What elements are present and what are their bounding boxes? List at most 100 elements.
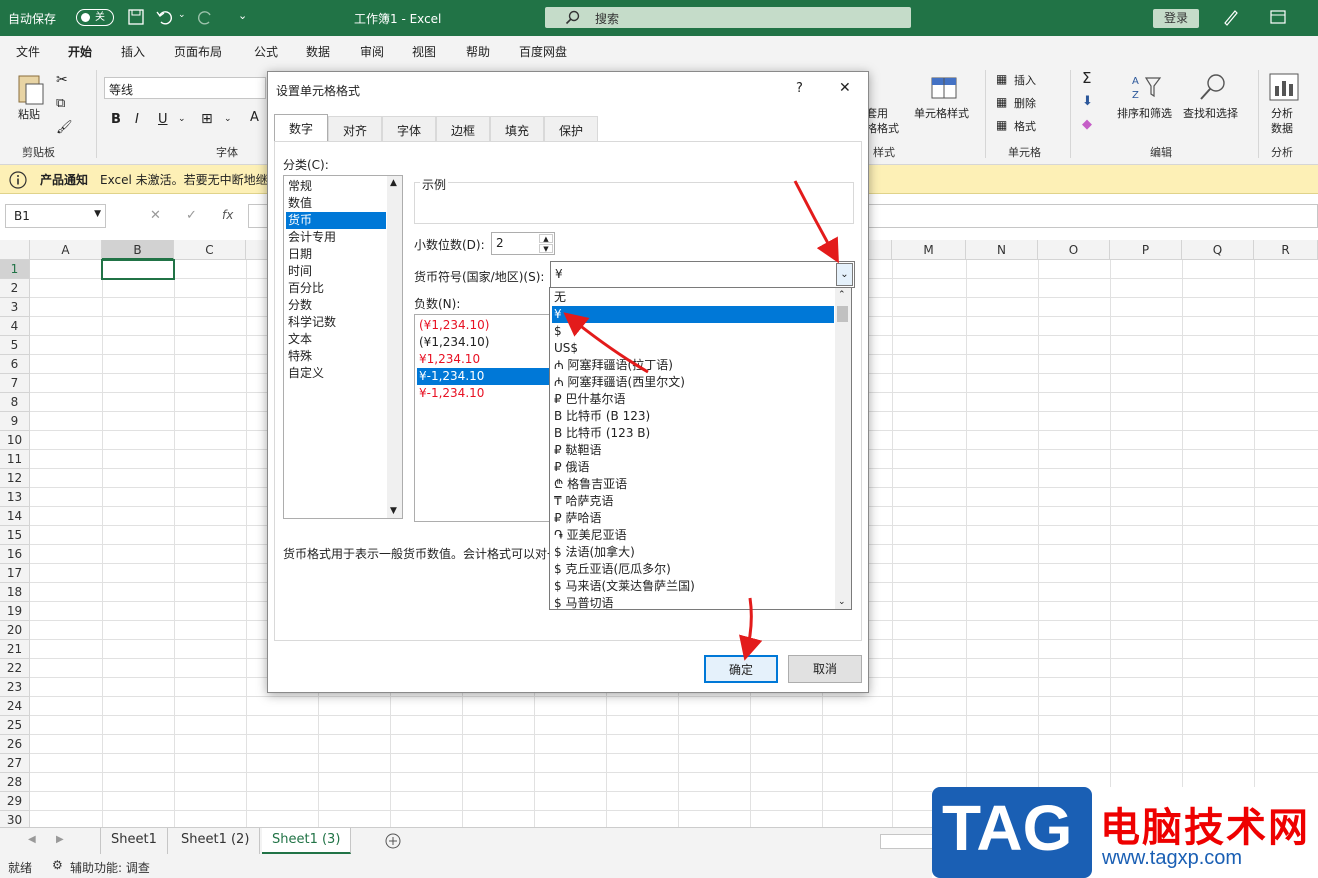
dropdown-scrollbar[interactable]: ⌃ ⌄: [835, 288, 851, 609]
cut-icon[interactable]: ✂: [56, 72, 68, 88]
underline-dropdown-icon[interactable]: ⌄: [178, 114, 186, 124]
tab-page-layout[interactable]: 页面布局: [174, 43, 222, 60]
row-header[interactable]: 6: [0, 355, 30, 374]
currency-option[interactable]: ₽ 鞑靼语: [552, 442, 834, 459]
analyze-data-icon[interactable]: [1268, 72, 1300, 102]
tab-review[interactable]: 审阅: [360, 43, 384, 60]
ribbon-display-icon[interactable]: [1270, 10, 1286, 24]
tab-alignment[interactable]: 对齐: [328, 116, 382, 142]
row-header[interactable]: 20: [0, 621, 30, 640]
cancel-button[interactable]: 取消: [788, 655, 862, 683]
currency-option[interactable]: ₽ 萨哈语: [552, 510, 834, 527]
row-header[interactable]: 4: [0, 317, 30, 336]
column-header-q[interactable]: Q: [1182, 240, 1254, 260]
login-button[interactable]: 登录: [1153, 9, 1199, 28]
row-header[interactable]: 13: [0, 488, 30, 507]
insert-function-icon[interactable]: fx: [222, 208, 233, 222]
italic-button[interactable]: I: [135, 112, 139, 127]
format-cells-button[interactable]: 格式: [1014, 118, 1036, 134]
category-item[interactable]: 特殊: [286, 348, 386, 365]
tab-view[interactable]: 视图: [412, 43, 436, 60]
cancel-entry-icon[interactable]: ✕: [150, 208, 161, 223]
currency-option[interactable]: ₸ 哈萨克语: [552, 493, 834, 510]
sort-filter-button[interactable]: 排序和筛选: [1117, 105, 1172, 121]
sort-filter-icon[interactable]: AZ: [1130, 72, 1162, 102]
category-scrollbar[interactable]: ▲ ▼: [387, 176, 402, 518]
category-list[interactable]: 常规 数值 货币 会计专用 日期 时间 百分比 分数 科学记数 文本 特殊 自定义 ▲ ▼: [283, 175, 403, 519]
row-header[interactable]: 25: [0, 716, 30, 735]
underline-button[interactable]: U: [158, 112, 168, 127]
tab-baidu-netdisk[interactable]: 百度网盘: [519, 43, 567, 60]
undo-dropdown-icon[interactable]: ⌄: [178, 10, 186, 20]
currency-option[interactable]: ֏ 亚美尼亚语: [552, 527, 834, 544]
find-select-icon[interactable]: [1198, 72, 1228, 102]
currency-option[interactable]: US$: [552, 340, 834, 357]
spin-up-icon[interactable]: ▲: [539, 234, 553, 243]
name-box-dropdown-icon[interactable]: ▼: [94, 209, 101, 219]
delete-cells-button[interactable]: 删除: [1014, 95, 1036, 111]
row-header[interactable]: 26: [0, 735, 30, 754]
category-item[interactable]: 数值: [286, 195, 386, 212]
tab-font[interactable]: 字体: [382, 116, 436, 142]
scroll-right-icon[interactable]: ▶: [56, 834, 64, 845]
column-header-b[interactable]: B: [102, 240, 174, 260]
tab-number[interactable]: 数字: [274, 114, 328, 143]
find-select-button[interactable]: 查找和选择: [1183, 105, 1238, 121]
row-header[interactable]: 7: [0, 374, 30, 393]
row-header[interactable]: 11: [0, 450, 30, 469]
currency-option[interactable]: ₽ 俄语: [552, 459, 834, 476]
decimal-places-spinner[interactable]: 2 ▲ ▼: [491, 232, 555, 255]
sheet-tab-3[interactable]: Sheet1 (3): [262, 828, 352, 854]
category-item[interactable]: 百分比: [286, 280, 386, 297]
tab-data[interactable]: 数据: [306, 43, 330, 60]
format-cells-icon[interactable]: ▦: [996, 118, 1007, 132]
column-header-p[interactable]: P: [1110, 240, 1182, 260]
autosave-toggle[interactable]: 关: [76, 9, 114, 26]
analyze-data-button-2[interactable]: 数据: [1271, 120, 1293, 136]
undo-icon[interactable]: [156, 9, 174, 25]
row-header[interactable]: 24: [0, 697, 30, 716]
tab-help[interactable]: 帮助: [466, 43, 490, 60]
tab-fill[interactable]: 填充: [490, 116, 544, 142]
bold-button[interactable]: B: [111, 112, 121, 127]
font-name-select[interactable]: 等线: [104, 77, 266, 99]
row-header[interactable]: 17: [0, 564, 30, 583]
category-item[interactable]: 会计专用: [286, 229, 386, 246]
category-item[interactable]: 自定义: [286, 365, 386, 382]
currency-option[interactable]: $: [552, 323, 834, 340]
currency-option[interactable]: ₼ 阿塞拜疆语(拉丁语): [552, 357, 834, 374]
currency-option[interactable]: $ 法语(加拿大): [552, 544, 834, 561]
sheet-tab-1[interactable]: Sheet1: [100, 828, 168, 854]
row-header[interactable]: 16: [0, 545, 30, 564]
negative-option-2[interactable]: (¥1,234.10): [417, 334, 551, 351]
column-header-a[interactable]: A: [30, 240, 102, 260]
tab-protection[interactable]: 保护: [544, 116, 598, 142]
row-header[interactable]: 19: [0, 602, 30, 621]
currency-option[interactable]: B 比特币 (123 B): [552, 425, 834, 442]
redo-icon[interactable]: [196, 9, 214, 25]
ok-button[interactable]: 确定: [704, 655, 778, 683]
save-icon[interactable]: [128, 9, 144, 25]
currency-option[interactable]: ₽ 巴什基尔语: [552, 391, 834, 408]
row-header[interactable]: 14: [0, 507, 30, 526]
help-button[interactable]: ?: [796, 81, 803, 96]
format-painter-icon[interactable]: 🖌: [56, 120, 73, 135]
category-item[interactable]: 货币: [286, 212, 386, 229]
customize-toolbar-icon[interactable]: ⌄: [238, 9, 247, 22]
currency-option[interactable]: B 比特币 (B 123): [552, 408, 834, 425]
close-button[interactable]: ✕: [839, 80, 851, 96]
tab-formulas[interactable]: 公式: [254, 43, 278, 60]
selected-cell-b1[interactable]: [101, 259, 175, 280]
format-as-table-button[interactable]: 套用: [866, 105, 888, 121]
delete-cells-icon[interactable]: ▦: [996, 95, 1007, 109]
tab-border[interactable]: 边框: [436, 116, 490, 142]
column-header-n[interactable]: N: [966, 240, 1038, 260]
borders-dropdown-icon[interactable]: ⌄: [224, 114, 232, 124]
analyze-data-button[interactable]: 分析: [1271, 105, 1293, 121]
row-header[interactable]: 29: [0, 792, 30, 811]
currency-symbol-dropdown[interactable]: 无 ¥ $ US$ ₼ 阿塞拜疆语(拉丁语) ₼ 阿塞拜疆语(西里尔文) ₽ 巴什基尔语 B …: [549, 287, 852, 610]
row-header[interactable]: 21: [0, 640, 30, 659]
cell-styles-icon[interactable]: [930, 74, 960, 102]
horizontal-scrollbar[interactable]: [880, 834, 940, 849]
negative-option-3[interactable]: ¥1,234.10: [417, 351, 551, 368]
